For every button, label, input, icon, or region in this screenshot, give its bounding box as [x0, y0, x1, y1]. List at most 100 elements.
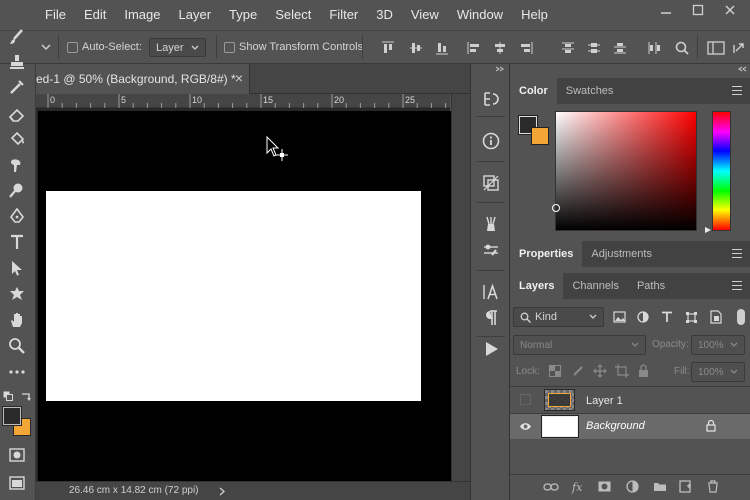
show-transform-checkbox[interactable]: [224, 41, 235, 53]
layer-name[interactable]: Background: [586, 420, 645, 432]
lock-artboard-icon[interactable]: [615, 364, 629, 378]
history-panel-icon[interactable]: [479, 87, 503, 111]
filter-shape-icon[interactable]: [685, 311, 698, 324]
search-icon[interactable]: [675, 41, 689, 55]
collapse-panels-icon[interactable]: [738, 66, 748, 72]
screen-mode-icon[interactable]: [6, 472, 28, 494]
eye-icon[interactable]: [519, 422, 532, 431]
custom-shape-tool-icon[interactable]: [6, 283, 28, 305]
distribute-left-icon[interactable]: [647, 41, 661, 55]
menu-view[interactable]: View: [402, 0, 448, 30]
character-panel-icon[interactable]: [479, 280, 503, 304]
tab-color[interactable]: Color: [510, 78, 557, 104]
distribute-bottom-icon[interactable]: [613, 41, 627, 55]
paint-bucket-tool-icon[interactable]: [6, 128, 28, 150]
lock-transparent-pixels-icon[interactable]: [549, 365, 561, 377]
workspace-icon[interactable]: [707, 41, 725, 55]
new-group-folder-icon[interactable]: [653, 481, 667, 492]
menu-select[interactable]: Select: [266, 0, 320, 30]
menu-help[interactable]: Help: [512, 0, 557, 30]
filter-type-icon[interactable]: [661, 311, 673, 323]
layer-row-selected[interactable]: Background: [510, 414, 750, 439]
panel-menu-icon[interactable]: [732, 249, 742, 258]
new-layer-icon[interactable]: [679, 480, 692, 493]
menu-image[interactable]: Image: [115, 0, 169, 30]
hue-slider-handle-icon[interactable]: [704, 226, 712, 234]
info-panel-icon[interactable]: [479, 129, 503, 153]
menu-type[interactable]: Type: [220, 0, 266, 30]
auto-select-target-dropdown[interactable]: Layer: [149, 38, 206, 57]
chevron-right-icon[interactable]: [219, 487, 225, 496]
color-picker-marker[interactable]: [552, 204, 560, 212]
history-brush-tool-icon[interactable]: [6, 76, 28, 98]
share-icon[interactable]: [731, 41, 745, 55]
menu-layer[interactable]: Layer: [170, 0, 221, 30]
type-tool-icon[interactable]: [6, 231, 28, 253]
lock-image-pixels-icon[interactable]: [572, 365, 584, 377]
fill-field[interactable]: 100%: [691, 362, 745, 382]
tab-channels[interactable]: Channels: [563, 273, 627, 299]
auto-select-checkbox[interactable]: [67, 41, 78, 53]
brush-tool-icon[interactable]: [6, 26, 28, 48]
clone-source-panel-icon[interactable]: [479, 171, 503, 195]
layer-filter-dropdown[interactable]: Kind: [513, 307, 604, 327]
dodge-tool-icon[interactable]: [6, 179, 28, 201]
menu-3d[interactable]: 3D: [367, 0, 402, 30]
filter-pixel-icon[interactable]: [613, 311, 626, 323]
tab-paths[interactable]: Paths: [628, 273, 674, 299]
lock-position-icon[interactable]: [593, 364, 607, 378]
paragraph-panel-icon[interactable]: [479, 306, 503, 330]
close-tab-icon[interactable]: ×: [235, 70, 243, 86]
quick-mask-icon[interactable]: [6, 444, 28, 466]
tab-layers[interactable]: Layers: [510, 273, 564, 299]
menu-edit[interactable]: Edit: [75, 0, 115, 30]
link-layers-icon[interactable]: [543, 482, 559, 492]
document-tab[interactable]: ed-1 @ 50% (Background, RGB/8#) * ×: [36, 64, 250, 94]
tool-preset-chevron-icon[interactable]: [40, 41, 52, 56]
lock-all-icon[interactable]: [638, 364, 649, 377]
filter-adjustment-icon[interactable]: [637, 311, 649, 323]
panel-menu-icon[interactable]: [732, 281, 742, 290]
white-rectangle-layer[interactable]: [46, 191, 421, 401]
layer-row[interactable]: Layer 1: [510, 387, 750, 413]
actions-play-icon[interactable]: [479, 337, 503, 361]
menu-window[interactable]: Window: [448, 0, 512, 30]
saturation-brightness-field[interactable]: [555, 111, 697, 231]
hue-slider[interactable]: [712, 111, 731, 231]
tab-swatches[interactable]: Swatches: [557, 78, 623, 104]
swap-colors-icon[interactable]: [20, 390, 32, 404]
maximize-icon[interactable]: [684, 0, 712, 20]
brush-settings-panel-icon[interactable]: [479, 238, 503, 262]
minimize-icon[interactable]: [652, 0, 680, 20]
brush-presets-panel-icon[interactable]: [479, 212, 503, 236]
clone-stamp-tool-icon[interactable]: [6, 51, 28, 73]
distribute-top-icon[interactable]: [561, 41, 575, 55]
default-colors-icon[interactable]: [3, 390, 13, 404]
add-mask-icon[interactable]: [598, 481, 611, 492]
align-right-icon[interactable]: [519, 41, 533, 55]
distribute-vertical-center-icon[interactable]: [587, 41, 601, 55]
close-window-icon[interactable]: [716, 0, 744, 20]
align-bottom-icon[interactable]: [435, 41, 449, 55]
color-panel-background-swatch[interactable]: [531, 127, 549, 145]
layer-visibility-toggle[interactable]: [520, 394, 531, 405]
layer-name[interactable]: Layer 1: [586, 395, 623, 407]
filter-toggle-switch[interactable]: [737, 309, 745, 325]
menu-file[interactable]: File: [36, 0, 75, 30]
menu-filter[interactable]: Filter: [320, 0, 367, 30]
tab-adjustments[interactable]: Adjustments: [582, 241, 661, 267]
align-top-icon[interactable]: [381, 41, 395, 55]
opacity-field[interactable]: 100%: [691, 335, 745, 355]
adjustment-layer-icon[interactable]: [626, 480, 639, 493]
delete-layer-icon[interactable]: [707, 480, 719, 493]
vertical-scrollbar[interactable]: [451, 94, 470, 481]
tab-properties[interactable]: Properties: [510, 241, 583, 267]
path-selection-tool-icon[interactable]: [6, 257, 28, 279]
align-horizontal-center-icon[interactable]: [493, 41, 507, 55]
hand-tool-icon[interactable]: [6, 309, 28, 331]
filter-smart-object-icon[interactable]: [709, 310, 722, 324]
more-tools-icon[interactable]: [6, 361, 28, 383]
foreground-color-swatch[interactable]: [2, 406, 22, 426]
expand-panels-icon[interactable]: [495, 66, 505, 72]
layer-style-fx-icon[interactable]: fx: [571, 480, 585, 494]
